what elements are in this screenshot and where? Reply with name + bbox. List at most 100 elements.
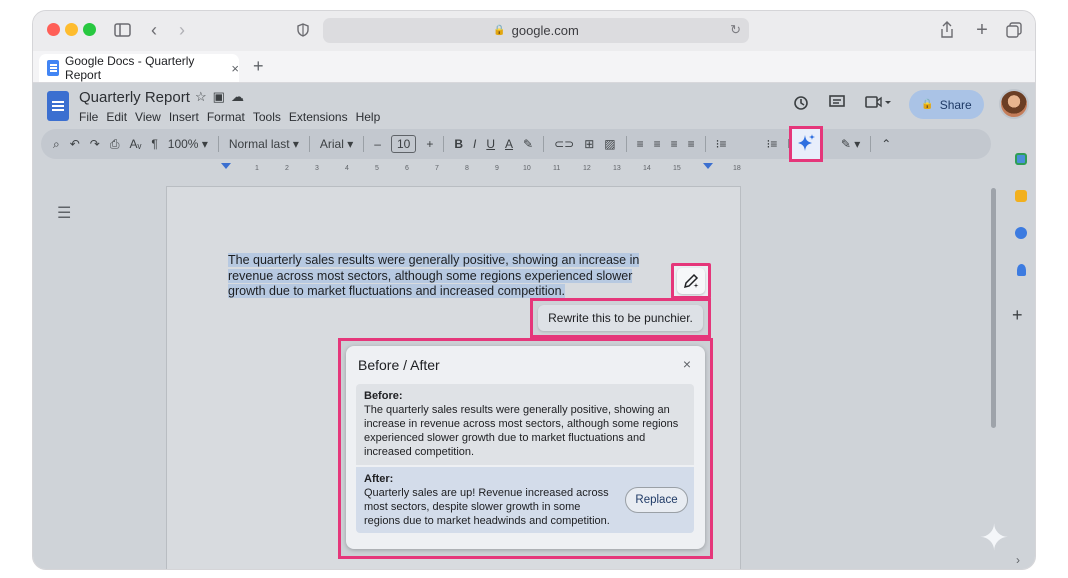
scrollbar[interactable] (991, 188, 996, 428)
undo-icon[interactable]: ↶ (70, 137, 80, 151)
highlight-icon[interactable]: ✎ (523, 137, 533, 151)
shield-icon[interactable] (295, 21, 311, 39)
tab-title: Google Docs - Quarterly Report (65, 54, 195, 82)
menu-file[interactable]: File (79, 110, 98, 124)
pen-sparkle-icon (683, 273, 699, 289)
add-comment-icon[interactable]: ⊞ (584, 137, 594, 151)
bulleted-list-icon[interactable]: ⁝≡ (716, 137, 727, 151)
menu-insert[interactable]: Insert (169, 110, 199, 124)
increase-font-size-button[interactable]: + (426, 137, 433, 151)
reload-icon[interactable]: ↻ (730, 22, 741, 38)
docs-logo-icon[interactable] (47, 91, 69, 121)
share-sheet-icon[interactable] (939, 19, 955, 41)
minimize-window-button[interactable] (65, 23, 78, 36)
align-center-icon[interactable]: ≡ (654, 137, 661, 151)
insert-image-icon[interactable]: ▨ (604, 137, 615, 151)
zoom-select[interactable]: 100% ▾ (168, 137, 208, 151)
close-window-button[interactable] (47, 23, 60, 36)
keep-icon[interactable] (1015, 190, 1027, 202)
chevron-right-icon[interactable]: › (1016, 553, 1020, 567)
menu-extensions[interactable]: Extensions (289, 110, 348, 124)
star-icon[interactable]: ☆ (195, 89, 213, 104)
outline-icon[interactable]: ☰ (57, 203, 71, 223)
share-button[interactable]: 🔒 Share (909, 90, 984, 119)
zoom-window-button[interactable] (83, 23, 96, 36)
meet-icon[interactable] (865, 95, 893, 113)
menu-help[interactable]: Help (356, 110, 381, 124)
align-right-icon[interactable]: ≡ (671, 137, 678, 151)
forward-icon[interactable]: › (175, 20, 189, 40)
spellcheck-icon[interactable]: Aᵥ (129, 137, 141, 151)
folder-icon[interactable]: ▣ (213, 89, 231, 104)
tab-google-docs[interactable]: Google Docs - Quarterly Report × (39, 54, 239, 82)
ruler-tick: 14 (643, 165, 651, 172)
tab-close-icon[interactable]: × (231, 61, 239, 76)
paint-format-icon[interactable]: ¶ (151, 137, 157, 151)
right-indent-marker[interactable] (703, 163, 713, 169)
style-select[interactable]: Normal last ▾ (229, 137, 299, 151)
search-menus-icon[interactable]: ⌕ (53, 137, 60, 152)
calendar-icon[interactable] (1015, 153, 1027, 165)
add-addon-icon[interactable]: + (1012, 305, 1023, 326)
help-me-write-button[interactable] (671, 263, 711, 299)
divider (308, 136, 310, 152)
history-icon[interactable] (793, 95, 809, 115)
tasks-icon[interactable] (1015, 227, 1027, 239)
ruler-tick: 1 (255, 165, 259, 172)
back-icon[interactable]: ‹ (147, 20, 161, 40)
close-icon[interactable]: × (683, 356, 691, 372)
tab-strip: Google Docs - Quarterly Report × + (33, 51, 1035, 83)
avatar[interactable] (999, 89, 1029, 119)
menu-view[interactable]: View (135, 110, 161, 124)
cloud-icon[interactable]: ☁ (231, 89, 250, 104)
contacts-icon[interactable] (1017, 264, 1026, 276)
replace-button[interactable]: Replace (625, 487, 688, 513)
comment-icon[interactable] (829, 95, 845, 114)
gemini-button[interactable] (789, 126, 823, 162)
text-color-button[interactable]: A (505, 137, 513, 151)
share-label: Share (939, 97, 972, 112)
divider (443, 136, 445, 152)
collapse-toolbar-icon[interactable]: ⌃ (881, 137, 891, 151)
gemini-sparkle-icon (798, 134, 815, 151)
checklist-icon[interactable]: ⁝≡ (767, 137, 778, 151)
ruler: 1 2 3 4 5 6 7 8 9 10 11 12 13 14 15 18 (193, 163, 753, 177)
redo-icon[interactable]: ↷ (90, 137, 100, 151)
print-icon[interactable]: ⎙ (110, 137, 120, 152)
menu-tools[interactable]: Tools (253, 110, 281, 124)
gemini-sparkle-icon: ✦ (979, 517, 1010, 558)
menu-edit[interactable]: Edit (106, 110, 127, 124)
rewrite-prompt[interactable]: Rewrite this to be punchier. (538, 305, 703, 331)
font-select[interactable]: Arial ▾ (320, 137, 353, 151)
new-tab-button[interactable]: + (253, 56, 264, 77)
ruler-tick: 6 (405, 165, 409, 172)
font-size-input[interactable]: 10 (390, 135, 417, 153)
align-left-icon[interactable]: ≡ (637, 137, 644, 151)
decrease-font-size-button[interactable]: – (374, 137, 381, 151)
italic-button[interactable]: I (473, 137, 476, 151)
ruler-tick: 10 (523, 165, 531, 172)
address-bar[interactable]: 🔒 google.com ↻ (323, 18, 749, 43)
sidebar-icon[interactable] (113, 21, 131, 39)
before-after-highlight: Before / After × Before: The quarterly s… (338, 338, 713, 559)
after-section: After: Quarterly sales are up! Revenue i… (356, 467, 694, 533)
selected-paragraph[interactable]: The quarterly sales results were general… (228, 253, 658, 300)
menu-format[interactable]: Format (207, 110, 245, 124)
underline-button[interactable]: U (486, 137, 495, 151)
bold-button[interactable]: B (454, 137, 463, 151)
ruler-tick: 9 (495, 165, 499, 172)
divider (217, 136, 219, 152)
editing-mode-icon[interactable]: ✎ ▾ (841, 137, 860, 151)
after-text: Quarterly sales are up! Revenue increase… (364, 487, 610, 527)
justify-icon[interactable]: ≡ (688, 137, 695, 151)
tabs-icon[interactable] (1005, 20, 1023, 40)
document-title[interactable]: Quarterly Report (79, 89, 190, 106)
divider (543, 136, 545, 152)
ruler-tick: 4 (345, 165, 349, 172)
zoom-value: 100% (167, 137, 199, 151)
link-icon[interactable]: ⊂⊃ (554, 137, 574, 151)
plus-icon[interactable]: + (973, 19, 991, 41)
style-value: Normal last (228, 137, 290, 151)
card-title: Before / After (358, 357, 440, 373)
left-indent-marker[interactable] (221, 163, 231, 169)
